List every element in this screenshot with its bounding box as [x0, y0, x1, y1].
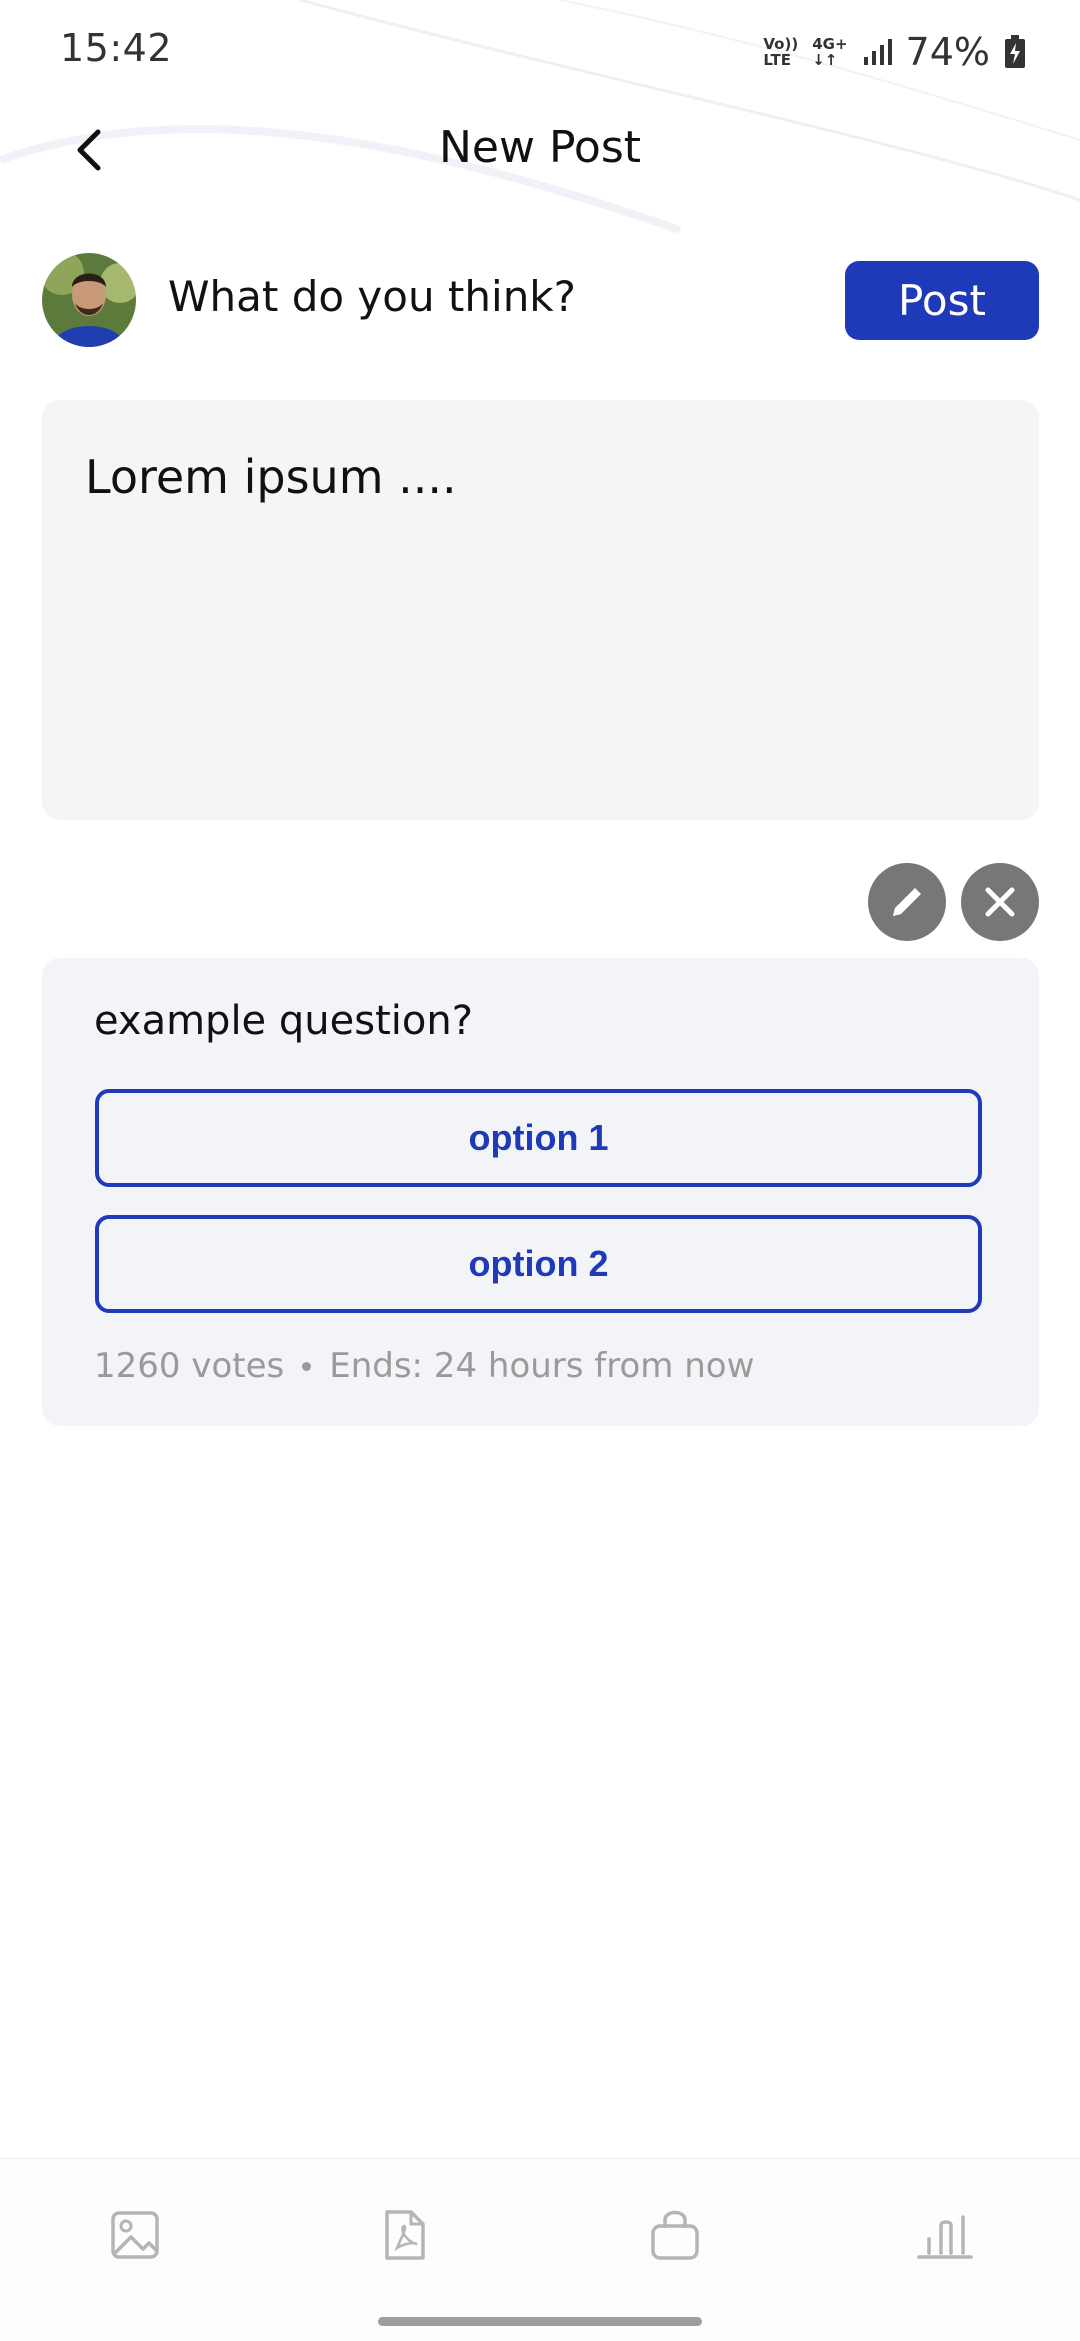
close-icon: [985, 887, 1015, 917]
poll-question: example question?: [94, 998, 473, 1044]
composer-prompt: What do you think?: [168, 272, 576, 321]
volte-indicator: Vo)) LTE: [763, 36, 798, 68]
add-poll-button[interactable]: [913, 2203, 977, 2267]
home-indicator[interactable]: [378, 2317, 702, 2326]
shopping-bag-icon: [651, 2210, 699, 2260]
poll-icon: [917, 2215, 973, 2259]
avatar: [42, 253, 136, 347]
battery-charging-icon: [1005, 35, 1025, 68]
poll-option[interactable]: option 1: [95, 1089, 982, 1187]
network-activity-label: ↓↑: [812, 51, 838, 69]
poll-ends: Ends: 24 hours from now: [329, 1346, 755, 1386]
remove-poll-button[interactable]: [961, 863, 1039, 941]
add-pdf-button[interactable]: [373, 2203, 437, 2267]
volte-top-label: Vo)): [763, 35, 799, 53]
separator-dot: [302, 1361, 312, 1371]
status-icons: Vo)) LTE 4G+ ↓↑ 74%: [763, 26, 1026, 78]
post-button[interactable]: Post: [845, 261, 1039, 340]
edit-poll-button[interactable]: [868, 863, 946, 941]
network-indicator: 4G+ ↓↑: [812, 36, 847, 68]
poll-option[interactable]: option 2: [95, 1215, 982, 1313]
status-time: 15:42: [60, 26, 173, 70]
post-text-input[interactable]: Lorem ipsum ....: [42, 400, 1039, 820]
page-title: New Post: [438, 122, 642, 173]
bottom-toolbar: [0, 2158, 1080, 2341]
pdf-icon: [385, 2210, 425, 2260]
network-type-label: 4G+: [812, 35, 848, 53]
pencil-icon: [893, 888, 921, 916]
add-image-button[interactable]: [103, 2203, 167, 2267]
post-text-value: Lorem ipsum ....: [85, 450, 457, 504]
image-icon: [111, 2211, 159, 2259]
avatar-image: [42, 253, 136, 347]
poll-votes: 1260 votes: [94, 1346, 285, 1386]
poll-card: example question? option 1 option 2 1260…: [42, 958, 1039, 1426]
battery-percent: 74%: [905, 30, 990, 74]
add-product-button[interactable]: [643, 2203, 707, 2267]
poll-meta: 1260 votes Ends: 24 hours from now: [94, 1346, 754, 1386]
volte-bottom-label: LTE: [763, 51, 791, 69]
signal-icon: [863, 39, 892, 65]
